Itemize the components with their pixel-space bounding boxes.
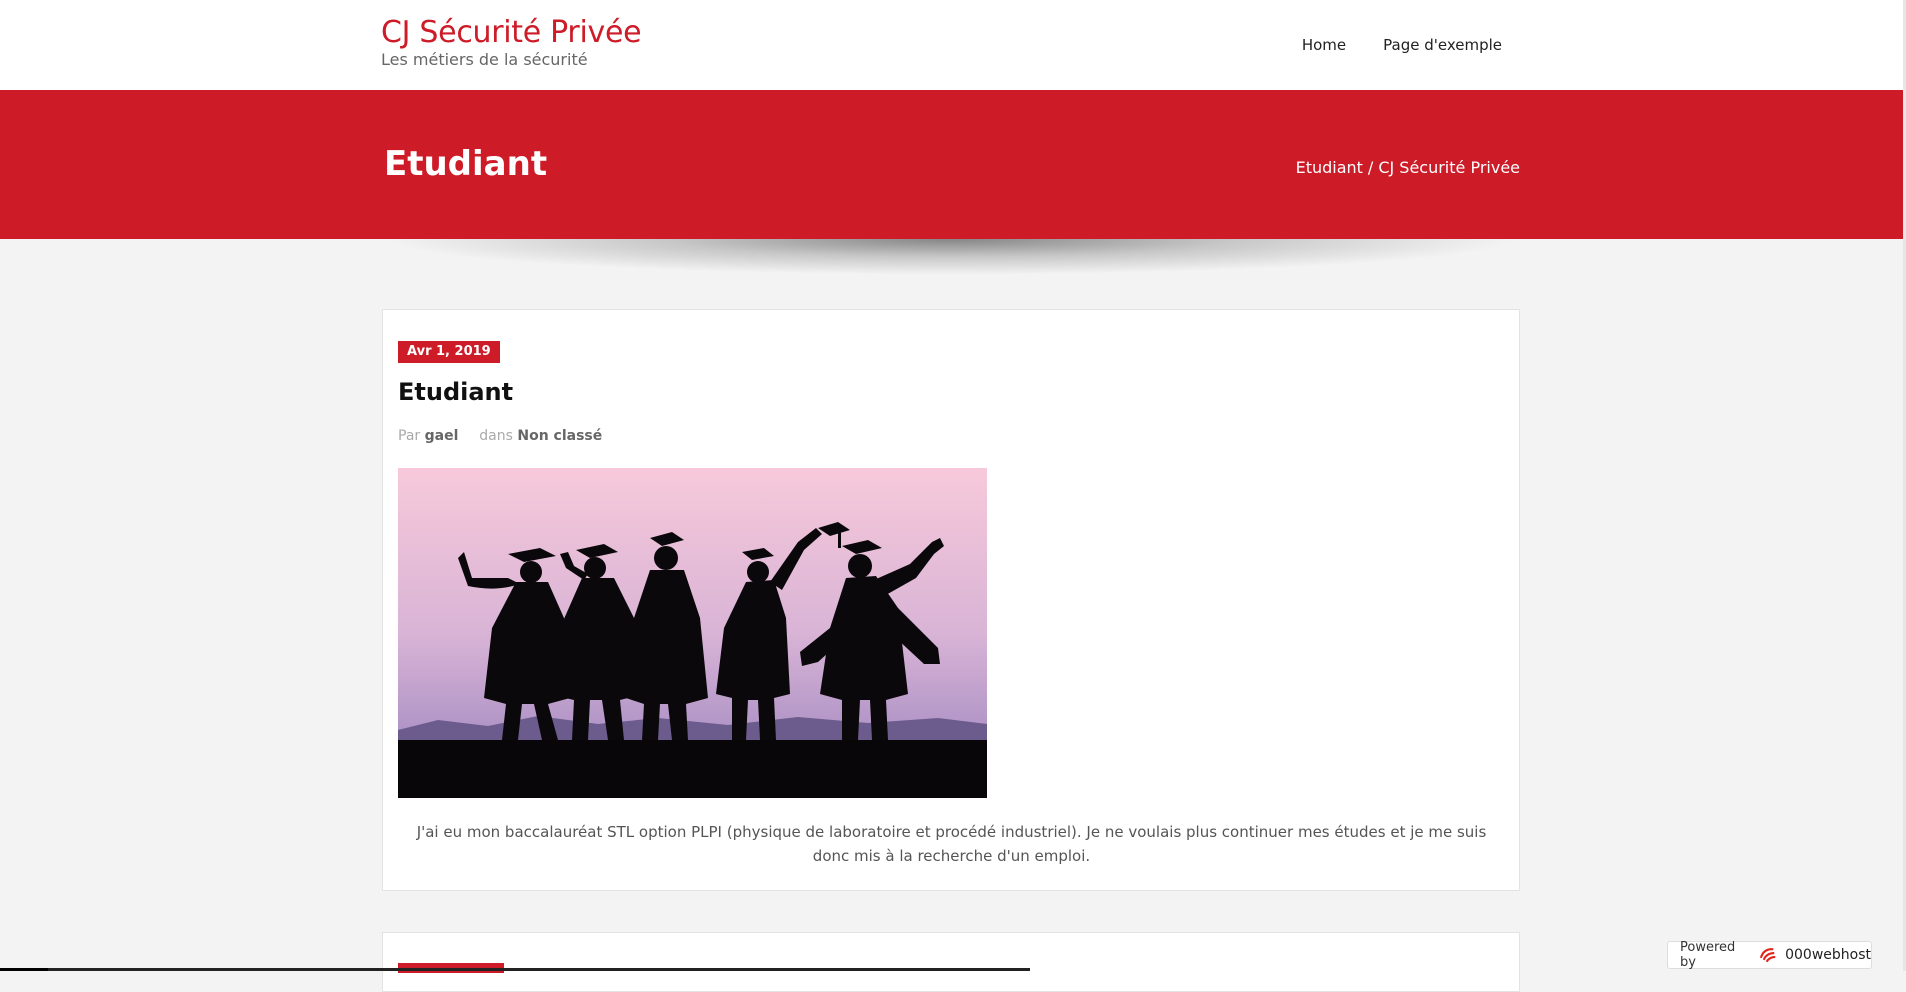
site-tagline: Les métiers de la sécurité [381, 50, 588, 69]
post-date-badge: Avr 1, 2019 [398, 341, 500, 363]
post-featured-image[interactable] [398, 468, 987, 798]
graduates-silhouette-image [398, 468, 987, 798]
powered-by-label: Powered by [1680, 940, 1736, 970]
webhost-logo-icon [1759, 948, 1776, 963]
breadcrumb-current: Etudiant [1295, 158, 1363, 177]
breadcrumb: Etudiant / CJ Sécurité Privée [1296, 158, 1520, 177]
nav-item-home[interactable]: Home [1302, 36, 1346, 54]
site-header: CJ Sécurité Privée Les métiers de la séc… [0, 0, 1903, 90]
powered-by-badge[interactable]: Powered by 000webhost [1667, 940, 1872, 970]
page-title: Etudiant [384, 144, 548, 184]
main-navigation: Home Page d'exemple [1265, 36, 1502, 54]
blog-post-next [382, 932, 1520, 992]
post-meta-in-label: dans [479, 428, 513, 444]
breadcrumb-separator: / [1367, 158, 1374, 177]
banner-shadow [380, 239, 1520, 275]
post-category-link[interactable]: Non classé [517, 428, 602, 444]
breadcrumb-home-link[interactable]: CJ Sécurité Privée [1378, 158, 1520, 177]
post-meta: Par gael dans Non classé [398, 428, 602, 444]
webhost-name: 000webhost [1785, 947, 1871, 963]
nav-item-sample-page[interactable]: Page d'exemple [1383, 36, 1502, 54]
post-title[interactable]: Etudiant [398, 378, 513, 406]
post-meta-by-label: Par [398, 428, 421, 444]
page-banner: Etudiant Etudiant / CJ Sécurité Privée [0, 90, 1903, 239]
post-author-link[interactable]: gael [425, 428, 459, 444]
site-title[interactable]: CJ Sécurité Privée [381, 14, 642, 52]
site-branding: CJ Sécurité Privée Les métiers de la séc… [381, 14, 642, 69]
blog-post: Avr 1, 2019 Etudiant Par gael dans Non c… [382, 309, 1520, 891]
post-excerpt: J'ai eu mon baccalauréat STL option PLPI… [416, 823, 1487, 865]
